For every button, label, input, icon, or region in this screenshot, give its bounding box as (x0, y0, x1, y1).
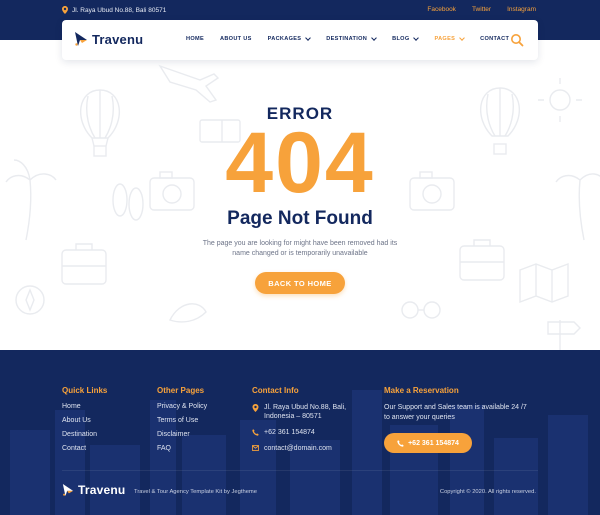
error-title: Page Not Found (227, 208, 373, 229)
nav-contact[interactable]: CONTACT (480, 36, 509, 42)
nav-home-label: HOME (186, 36, 204, 42)
footer-link-contact[interactable]: Contact (62, 445, 107, 459)
twitter-link[interactable]: Twitter (472, 6, 491, 13)
nav-packages[interactable]: PACKAGES (267, 34, 312, 42)
nav-pages-label: PAGES (434, 36, 456, 42)
back-to-home-button[interactable]: BACK TO HOME (255, 272, 345, 294)
nav-pages[interactable]: PAGES (434, 34, 465, 42)
map-pin-icon (62, 6, 68, 14)
footer-copyright: Copyright © 2020. All rights reserved. (439, 489, 536, 495)
footer-link-faq[interactable]: FAQ (157, 445, 207, 459)
topbar-address-text: Jl. Raya Ubud No.88, Bali 80571 (72, 6, 167, 14)
contact-address-text: Jl. Raya Ubud No.88, Bali, Indonesia – 8… (264, 404, 347, 420)
footer-link-privacy[interactable]: Privacy & Policy (157, 403, 207, 417)
nav-about-us-label: ABOUT US (219, 36, 252, 42)
chevron-down-icon (459, 34, 465, 41)
topbar-address: Jl. Raya Ubud No.88, Bali 80571 (62, 6, 166, 14)
nav-destination[interactable]: DESTINATION (326, 34, 377, 42)
contact-email-text: contact@domain.com (264, 445, 332, 452)
nav-blog[interactable]: BLOG (392, 34, 420, 42)
error-code: 404 (225, 115, 375, 211)
other-pages-heading: Other Pages (157, 386, 205, 395)
paper-plane-logo-icon (62, 484, 74, 496)
footer-tagline: Travel & Tour Agency Template Kit by Jeg… (134, 489, 257, 495)
leaf-icon (169, 303, 207, 323)
map-pin-icon (252, 404, 259, 412)
site-footer: Quick Links Home About Us Destination Co… (0, 350, 600, 515)
suitcase-left-icon (61, 243, 107, 285)
nav-blog-label: BLOG (392, 36, 410, 42)
map-icon (519, 262, 569, 304)
phone-icon (252, 429, 259, 436)
phone-icon (397, 439, 404, 447)
footer-link-home[interactable]: Home (62, 403, 107, 417)
quick-links-heading: Quick Links (62, 386, 108, 395)
footer-link-destination[interactable]: Destination (62, 431, 107, 445)
chevron-down-icon (371, 34, 377, 41)
airplane-icon (158, 64, 220, 103)
envelope-icon (252, 445, 259, 451)
reservation-heading: Make a Reservation (384, 386, 459, 395)
footer-link-about-us[interactable]: About Us (62, 417, 107, 431)
paper-plane-logo-icon (75, 32, 87, 46)
footer-link-terms[interactable]: Terms of Use (157, 417, 207, 431)
search-icon[interactable] (510, 33, 524, 47)
nav-destination-label: DESTINATION (326, 36, 368, 42)
other-pages-column: Other Pages Privacy & Policy Terms of Us… (157, 386, 207, 459)
call-reservation-label: +62 361 154874 (408, 439, 459, 447)
compass-icon (15, 285, 45, 315)
main-navigation-bar: Travenu HOME ABOUT US PACKAGES DESTINATI… (62, 20, 538, 60)
suitcase-right-icon (459, 239, 505, 281)
nav-contact-label: CONTACT (480, 36, 510, 42)
contact-address: Jl. Raya Ubud No.88, Bali, Indonesia – 8… (252, 403, 377, 421)
call-reservation-button[interactable]: +62 361 154874 (384, 433, 472, 453)
contact-phone-text: +62 361 154874 (264, 429, 315, 436)
reservation-text: Our Support and Sales team is available … (384, 404, 527, 421)
quick-links-column: Quick Links Home About Us Destination Co… (62, 386, 107, 459)
error-message: The page you are looking for might have … (202, 240, 398, 257)
chevron-down-icon (413, 34, 420, 41)
contact-email[interactable]: contact@domain.com (252, 444, 377, 453)
footer-logo[interactable]: Travenu (62, 483, 125, 497)
sunglasses-icon (401, 301, 441, 319)
contact-phone[interactable]: +62 361 154874 (252, 428, 377, 437)
footer-logo-text: Travenu (78, 483, 126, 497)
logo-text: Travenu (92, 31, 144, 47)
site-logo[interactable]: Travenu (74, 31, 143, 47)
facebook-link[interactable]: Facebook (427, 6, 456, 13)
reservation-column: Make a Reservation Our Support and Sales… (384, 386, 534, 453)
nav-about-us[interactable]: ABOUT US (220, 36, 252, 42)
instagram-link[interactable]: Instagram (507, 6, 536, 13)
chevron-down-icon (305, 34, 312, 41)
footer-link-disclaimer[interactable]: Disclaimer (157, 431, 207, 445)
nav-menu: HOME ABOUT US PACKAGES DESTINATION BLOG … (186, 34, 509, 42)
nav-packages-label: PACKAGES (267, 36, 302, 42)
contact-info-heading: Contact Info (252, 386, 299, 395)
social-links: Facebook Twitter Instagram (427, 6, 536, 13)
road-sign-icon (547, 320, 581, 350)
contact-info-column: Contact Info Jl. Raya Ubud No.88, Bali, … (252, 386, 377, 460)
footer-divider (62, 470, 538, 471)
nav-home[interactable]: HOME (186, 36, 204, 42)
